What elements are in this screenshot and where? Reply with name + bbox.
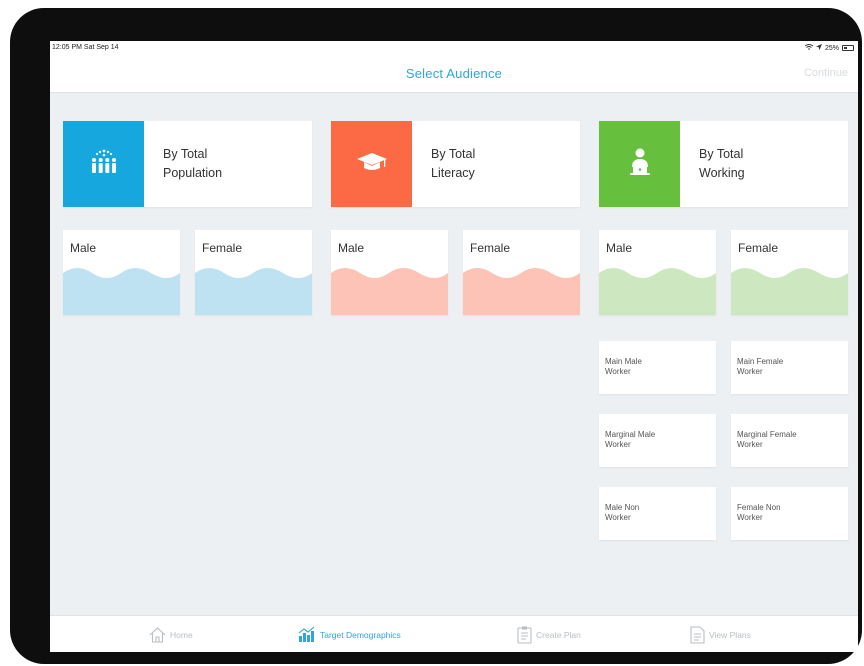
status-bar: 12:05 PM Sat Sep 14 25% [50,41,858,55]
literacy-female-card[interactable]: Female [463,230,580,315]
wifi-icon [804,44,814,52]
category-card-working[interactable]: By Total Working [599,121,848,207]
category-icon-panel [63,121,144,207]
tab-target-demographics[interactable]: Target Demographics [298,616,401,652]
tablet-frame: 12:05 PM Sat Sep 14 25% Select Audience … [10,8,862,664]
tab-home[interactable]: Home [149,616,193,652]
gender-label: Male [606,241,633,255]
female-non-worker-card[interactable]: Female Non Worker [731,487,848,540]
tab-create-plan[interactable]: Create Plan [517,616,581,652]
gender-label: Male [70,241,97,255]
document-icon [690,625,705,644]
worker-label-line1: Male Non [605,503,640,512]
worker-label: Main Female Worker [737,357,837,377]
app-screen: 12:05 PM Sat Sep 14 25% Select Audience … [50,41,858,652]
wave-decoration [599,268,716,315]
navigation-bar: Select Audience Continue [50,55,858,93]
category-card-population[interactable]: By Total Population [63,121,312,207]
worker-label: Marginal Male Worker [605,430,705,450]
worker-label: Marginal Female Worker [737,430,837,450]
wave-decoration [63,268,180,315]
worker-label: Main Male Worker [605,357,705,377]
working-male-card[interactable]: Male [599,230,716,315]
worker-label-line1: Marginal Male [605,430,656,439]
marginal-male-worker-card[interactable]: Marginal Male Worker [599,414,716,467]
wave-decoration [331,268,448,315]
gender-label: Male [338,241,365,255]
wave-decoration [731,268,848,315]
worker-label-line2: Worker [605,367,631,376]
working-female-card[interactable]: Female [731,230,848,315]
category-label: By Total Literacy [412,121,475,207]
male-non-worker-card[interactable]: Male Non Worker [599,487,716,540]
marginal-female-worker-card[interactable]: Marginal Female Worker [731,414,848,467]
clipboard-icon [517,626,532,644]
literacy-male-card[interactable]: Male [331,230,448,315]
worker-label: Female Non Worker [737,503,837,523]
graduation-cap-icon [356,151,388,178]
wave-decoration [463,268,580,315]
worker-label-line2: Worker [737,367,763,376]
battery-icon [842,45,854,51]
category-label-line1: By Total [431,147,476,161]
tab-bar: Home Target Demographics Create Plan Vie… [50,615,858,652]
tab-label: Create Plan [536,629,581,640]
location-arrow-icon [815,44,822,52]
worker-label-line1: Marginal Female [737,430,797,439]
worker-label-line2: Worker [605,440,631,449]
worker-icon [627,148,653,181]
category-icon-panel [599,121,680,207]
category-label: By Total Working [680,121,745,207]
tab-label: View Plans [709,629,751,640]
category-label-line1: By Total [699,147,744,161]
gender-label: Female [470,241,511,255]
tab-label: Home [170,629,193,640]
category-label-line2: Population [163,166,223,180]
main-male-worker-card[interactable]: Main Male Worker [599,341,716,394]
status-indicators: 25% [804,44,854,52]
chart-icon [298,626,316,643]
worker-label-line2: Worker [605,513,631,522]
worker-label-line2: Worker [737,440,763,449]
category-label-line2: Literacy [431,166,475,180]
gender-label: Female [738,241,779,255]
category-card-literacy[interactable]: By Total Literacy [331,121,580,207]
category-icon-panel [331,121,412,207]
worker-label-line1: Main Female [737,357,784,366]
worker-label: Male Non Worker [605,503,705,523]
tab-label: Target Demographics [320,629,401,640]
worker-label-line1: Female Non [737,503,781,512]
page-title: Select Audience [405,66,503,81]
population-male-card[interactable]: Male [63,230,180,315]
population-female-card[interactable]: Female [195,230,312,315]
main-female-worker-card[interactable]: Main Female Worker [731,341,848,394]
category-label-line1: By Total [163,147,208,161]
worker-label-line1: Main Male [605,357,642,366]
home-icon [149,626,166,643]
gender-label: Female [202,241,243,255]
continue-button[interactable]: Continue [804,67,848,79]
category-label: By Total Population [144,121,222,207]
wave-decoration [195,268,312,315]
worker-label-line2: Worker [737,513,763,522]
category-label-line2: Working [699,166,745,180]
tab-view-plans[interactable]: View Plans [690,616,751,652]
population-icon [89,149,119,180]
status-time: 12:05 PM Sat Sep 14 [52,44,119,51]
battery-percent: 25% [824,44,839,52]
